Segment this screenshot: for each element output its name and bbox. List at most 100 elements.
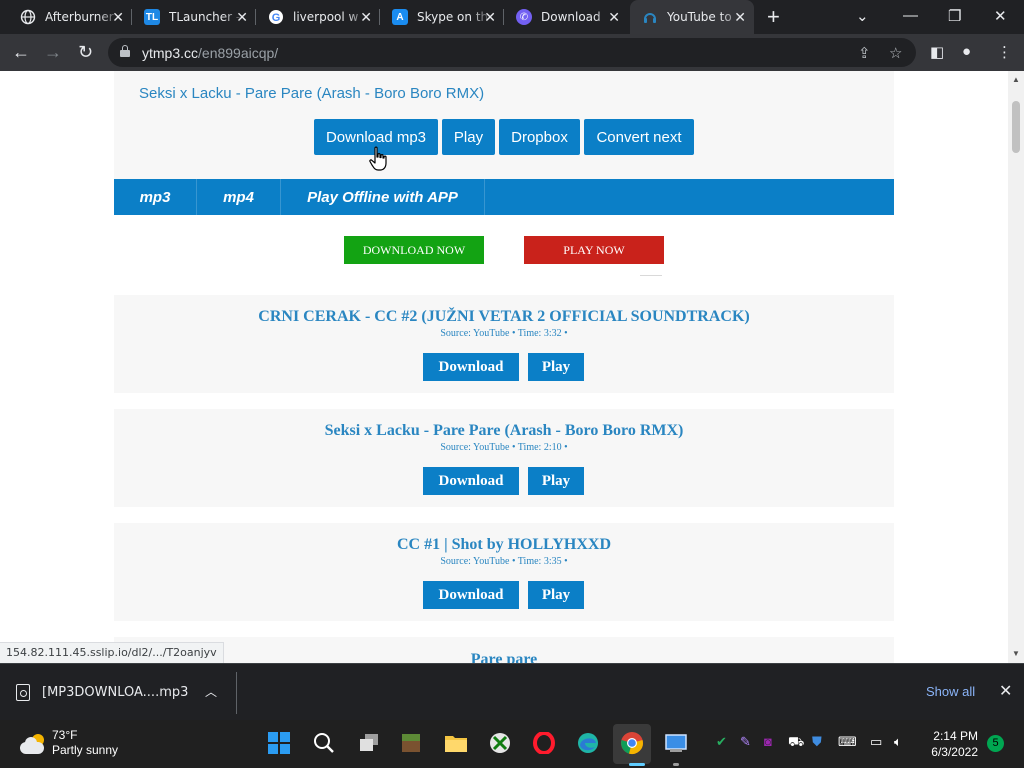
show-all-downloads-link[interactable]: Show all <box>926 684 975 699</box>
ytmp3-icon <box>642 9 658 25</box>
tray-device-icon[interactable]: ⛟ <box>788 734 804 752</box>
tray-keyboard-icon[interactable]: ⌨ <box>838 734 857 750</box>
side-panel-icon[interactable]: ◧ <box>930 43 944 61</box>
result-meta: Source: YouTube • Time: 3:35 • <box>440 556 568 567</box>
tab-play-offline-app[interactable]: Play Offline with APP <box>281 179 485 215</box>
ad-divider <box>640 275 662 276</box>
play-now-ad-button[interactable]: PLAY NOW <box>524 236 664 264</box>
tab-liverpool[interactable]: G liverpool w ✕ <box>256 0 380 34</box>
download-filename: [MP3DOWNLOA....mp3 <box>42 684 189 700</box>
tab-download[interactable]: ✆ Download ✕ <box>504 0 628 34</box>
weather-temp: 73°F <box>52 728 78 742</box>
tray-defender-icon[interactable]: ⛊ <box>812 734 822 750</box>
task-view-icon[interactable] <box>356 730 382 756</box>
tray-feather-icon[interactable]: ✎ <box>740 734 751 750</box>
result-title[interactable]: Seksi x Lacku - Pare Pare (Arash - Boro … <box>114 422 894 440</box>
close-tab-icon[interactable]: ✕ <box>112 10 124 24</box>
svg-text:G: G <box>272 12 281 24</box>
download-item[interactable]: [MP3DOWNLOA....mp3 <box>16 678 188 706</box>
google-icon: G <box>268 9 284 25</box>
viber-icon: ✆ <box>516 9 532 25</box>
scroll-down-arrow-icon[interactable]: ▼ <box>1012 649 1020 658</box>
chrome-icon[interactable] <box>619 730 645 756</box>
tray-app-icon[interactable]: ◙ <box>764 734 772 749</box>
close-tab-icon[interactable]: ✕ <box>608 10 620 24</box>
address-bar[interactable]: ytmp3.cc/en899aicqp/ ⇪ ☆ <box>108 38 916 67</box>
scroll-up-arrow-icon[interactable]: ▲ <box>1012 75 1020 84</box>
back-arrow-icon[interactable]: ← <box>12 42 30 62</box>
windows-start-icon[interactable] <box>266 730 292 756</box>
close-shelf-icon[interactable]: ✕ <box>999 681 1012 701</box>
tab-youtube-to-mp3[interactable]: YouTube to ✕ <box>630 0 754 34</box>
play-button[interactable]: Play <box>442 119 495 155</box>
convert-next-button[interactable]: Convert next <box>584 119 694 155</box>
result-play-button[interactable]: Play <box>528 467 584 495</box>
forward-arrow-icon[interactable]: → <box>44 42 62 62</box>
result-play-button[interactable]: Play <box>528 353 584 381</box>
menu-kebab-icon[interactable]: ⋮ <box>997 43 1012 61</box>
result-title[interactable]: Pare pare <box>114 651 894 663</box>
dropbox-button[interactable]: Dropbox <box>499 119 580 155</box>
weather-widget[interactable]: 73°F Partly sunny <box>20 728 118 758</box>
reload-icon[interactable]: ↻ <box>78 42 93 62</box>
control-panel-icon[interactable] <box>663 730 689 756</box>
result-meta: Source: YouTube • Time: 3:32 • <box>440 328 568 339</box>
result-title[interactable]: CRNI CERAK - CC #2 (JUŽNI VETAR 2 OFFICI… <box>114 308 894 326</box>
close-tab-icon[interactable]: ✕ <box>734 10 746 24</box>
tab-search-chevron-icon[interactable]: ⌄ <box>856 7 869 25</box>
tray-checkmark-icon[interactable]: ✔ <box>716 734 727 750</box>
system-clock[interactable]: 2:14 PM 6/3/2022 <box>926 728 978 760</box>
new-tab-plus-icon[interactable]: + <box>767 6 780 28</box>
tab-afterburner[interactable]: Afterburner ✕ <box>8 0 132 34</box>
audio-file-icon <box>16 683 30 701</box>
tray-volume-icon[interactable]: 🔈︎ <box>894 734 902 750</box>
page-scrollbar[interactable]: ▲ ▼ <box>1008 71 1024 663</box>
tab-title: Download <box>541 10 601 24</box>
download-shelf: [MP3DOWNLOA....mp3 ︿ Show all ✕ <box>0 663 1024 720</box>
file-explorer-icon[interactable] <box>443 730 469 756</box>
close-tab-icon[interactable]: ✕ <box>236 10 248 24</box>
xbox-icon[interactable] <box>487 730 513 756</box>
result-title[interactable]: CC #1 | Shot by HOLLYHXXD <box>114 536 894 554</box>
download-now-ad-button[interactable]: DOWNLOAD NOW <box>344 236 484 264</box>
minecraft-icon[interactable] <box>398 730 424 756</box>
profile-icon[interactable]: ● <box>962 43 971 60</box>
window-close-icon[interactable]: ✕ <box>994 7 1007 25</box>
share-icon[interactable]: ⇪ <box>858 44 871 62</box>
tab-title: Afterburner <box>45 10 114 24</box>
close-tab-icon[interactable]: ✕ <box>484 10 496 24</box>
opera-icon[interactable] <box>531 730 557 756</box>
tab-mp3[interactable]: mp3 <box>114 179 197 215</box>
tab-skype[interactable]: A Skype on th ✕ <box>380 0 504 34</box>
running-indicator <box>673 763 679 766</box>
converted-song-title: Seksi x Lacku - Pare Pare (Arash - Boro … <box>139 85 485 102</box>
edge-icon[interactable] <box>575 730 601 756</box>
shelf-divider <box>236 672 237 714</box>
close-tab-icon[interactable]: ✕ <box>360 10 372 24</box>
bookmark-star-icon[interactable]: ☆ <box>889 44 902 62</box>
tab-mp4[interactable]: mp4 <box>197 179 281 215</box>
weather-condition: Partly sunny <box>52 743 119 757</box>
conversion-result-card: Seksi x Lacku - Pare Pare (Arash - Boro … <box>114 71 894 179</box>
windows-taskbar: 73°F Partly sunny ✔ ✎ ◙ ⛟ ⛊ ⌨ ▭ 🔈︎ 2:14 <box>0 720 1024 768</box>
page-viewport: Seksi x Lacku - Pare Pare (Arash - Boro … <box>0 71 1008 663</box>
result-play-button[interactable]: Play <box>528 581 584 609</box>
tab-title: Skype on th <box>417 10 489 24</box>
search-icon[interactable] <box>311 730 337 756</box>
result-download-button[interactable]: Download <box>423 353 519 381</box>
search-result: CC #1 | Shot by HOLLYHXXD Source: YouTub… <box>114 523 894 621</box>
result-meta: Source: YouTube • Time: 2:10 • <box>440 442 568 453</box>
url-text: ytmp3.cc/en899aicqp/ <box>142 45 279 61</box>
tab-tlauncher[interactable]: TL TLauncher - ✕ <box>132 0 256 34</box>
scroll-thumb[interactable] <box>1012 101 1020 153</box>
lock-icon[interactable] <box>120 45 130 57</box>
restore-icon[interactable]: ❐ <box>948 7 961 25</box>
result-download-button[interactable]: Download <box>423 581 519 609</box>
running-indicator <box>629 763 645 766</box>
minimize-icon[interactable]: — <box>903 7 918 24</box>
tray-network-icon[interactable]: ▭ <box>870 734 882 750</box>
notification-badge[interactable]: 5 <box>987 735 1004 752</box>
tab-strip: Afterburner ✕ TL TLauncher - ✕ G liverpo… <box>0 0 1024 34</box>
chevron-up-icon[interactable]: ︿ <box>205 683 217 700</box>
result-download-button[interactable]: Download <box>423 467 519 495</box>
